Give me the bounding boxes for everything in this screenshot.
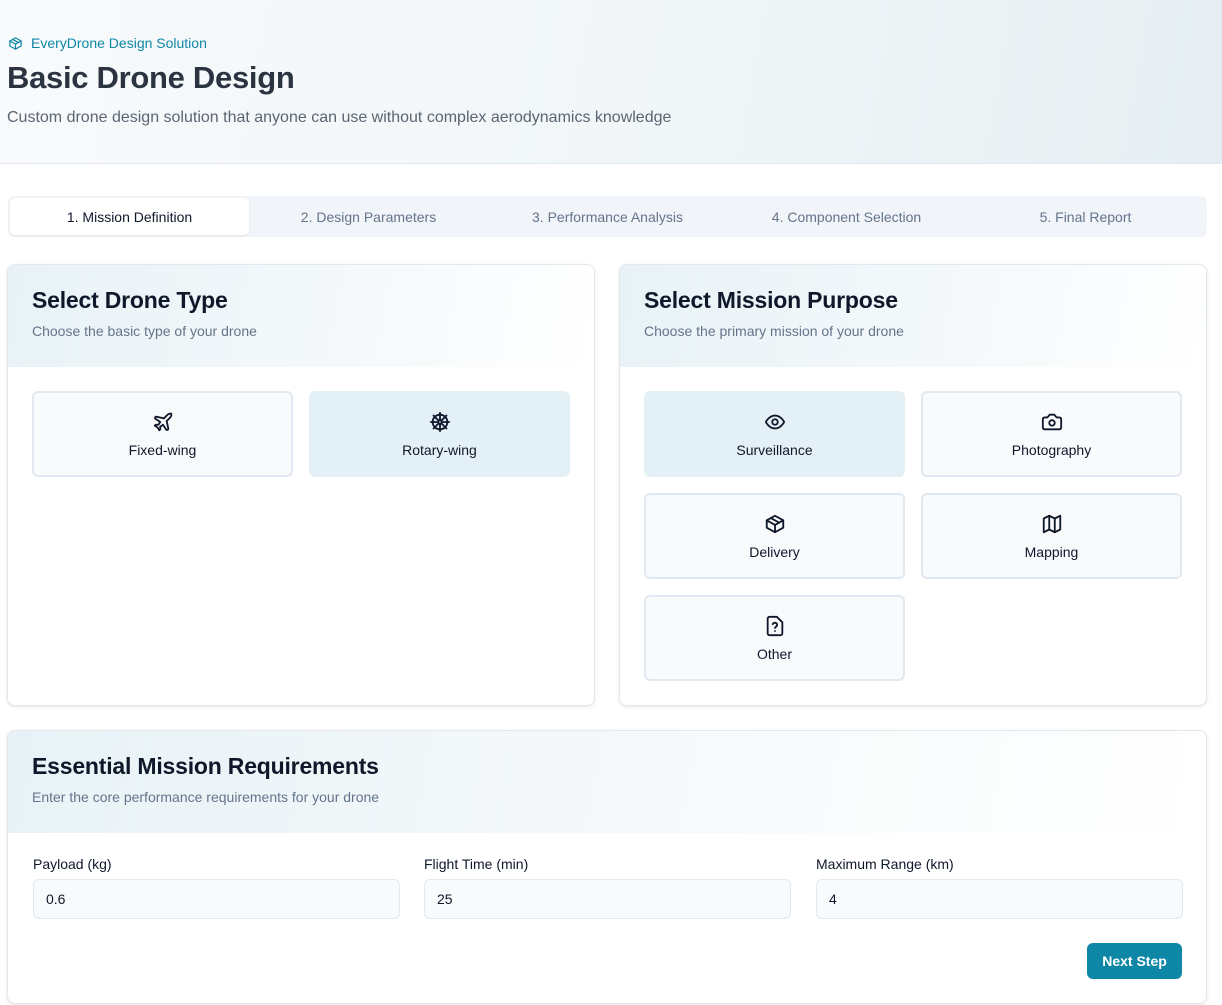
package-icon [765, 514, 784, 533]
max-range-input[interactable] [816, 879, 1183, 919]
brand: EveryDrone Design Solution [8, 34, 207, 52]
tab-performance-analysis[interactable]: 3. Performance Analysis [488, 198, 727, 235]
flight-time-input[interactable] [424, 879, 791, 919]
option-label: Fixed-wing [128, 441, 197, 458]
mission-purpose-card-header: Select Mission Purpose Choose the primar… [620, 265, 1206, 367]
page-header: EveryDrone Design Solution Basic Drone D… [0, 0, 1222, 164]
option-label: Surveillance [736, 441, 813, 458]
option-rotary-wing[interactable]: Rotary-wing [309, 391, 570, 477]
mission-purpose-card: Select Mission Purpose Choose the primar… [619, 264, 1207, 706]
option-photography[interactable]: Photography [921, 391, 1182, 477]
drone-type-card: Select Drone Type Choose the basic type … [7, 264, 595, 706]
payload-input[interactable] [33, 879, 400, 919]
map-icon [1042, 514, 1061, 533]
option-label: Other [756, 645, 792, 662]
option-label: Photography [1011, 441, 1092, 458]
option-label: Mapping [1024, 543, 1079, 560]
ship-wheel-icon [429, 411, 450, 432]
page-title: Basic Drone Design [7, 60, 295, 95]
requirements-title: Essential Mission Requirements [32, 753, 379, 779]
tab-mission-definition[interactable]: 1. Mission Definition [10, 198, 249, 235]
requirements-card: Essential Mission Requirements Enter the… [7, 730, 1207, 1004]
option-fixed-wing[interactable]: Fixed-wing [32, 391, 293, 477]
eye-icon [764, 414, 785, 429]
package-icon [9, 36, 22, 50]
tab-final-report[interactable]: 5. Final Report [966, 198, 1205, 235]
drone-type-title: Select Drone Type [32, 287, 228, 313]
camera-icon [1041, 413, 1062, 430]
next-step-button[interactable]: Next Step [1087, 943, 1182, 979]
drone-type-description: Choose the basic type of your drone [32, 323, 257, 339]
payload-label: Payload (kg) [33, 856, 112, 872]
mission-purpose-title: Select Mission Purpose [644, 287, 898, 313]
file-question-icon [766, 615, 783, 636]
option-mapping[interactable]: Mapping [921, 493, 1182, 579]
tab-component-selection[interactable]: 4. Component Selection [727, 198, 966, 235]
drone-type-card-header: Select Drone Type Choose the basic type … [8, 265, 594, 367]
brand-name: EveryDrone Design Solution [31, 35, 207, 51]
option-other[interactable]: Other [644, 595, 905, 681]
step-tabs: 1. Mission Definition 2. Design Paramete… [8, 196, 1207, 237]
option-delivery[interactable]: Delivery [644, 493, 905, 579]
requirements-card-header: Essential Mission Requirements Enter the… [8, 731, 1206, 833]
plane-icon [153, 412, 172, 431]
flight-time-label: Flight Time (min) [424, 856, 529, 872]
option-label: Rotary-wing [402, 441, 477, 458]
max-range-label: Maximum Range (km) [816, 856, 954, 872]
tab-design-parameters[interactable]: 2. Design Parameters [249, 198, 488, 235]
requirements-description: Enter the core performance requirements … [32, 789, 380, 805]
option-surveillance[interactable]: Surveillance [644, 391, 905, 477]
mission-purpose-description: Choose the primary mission of your drone [644, 323, 904, 339]
page-subtitle: Custom drone design solution that anyone… [7, 109, 672, 126]
option-label: Delivery [749, 543, 800, 560]
